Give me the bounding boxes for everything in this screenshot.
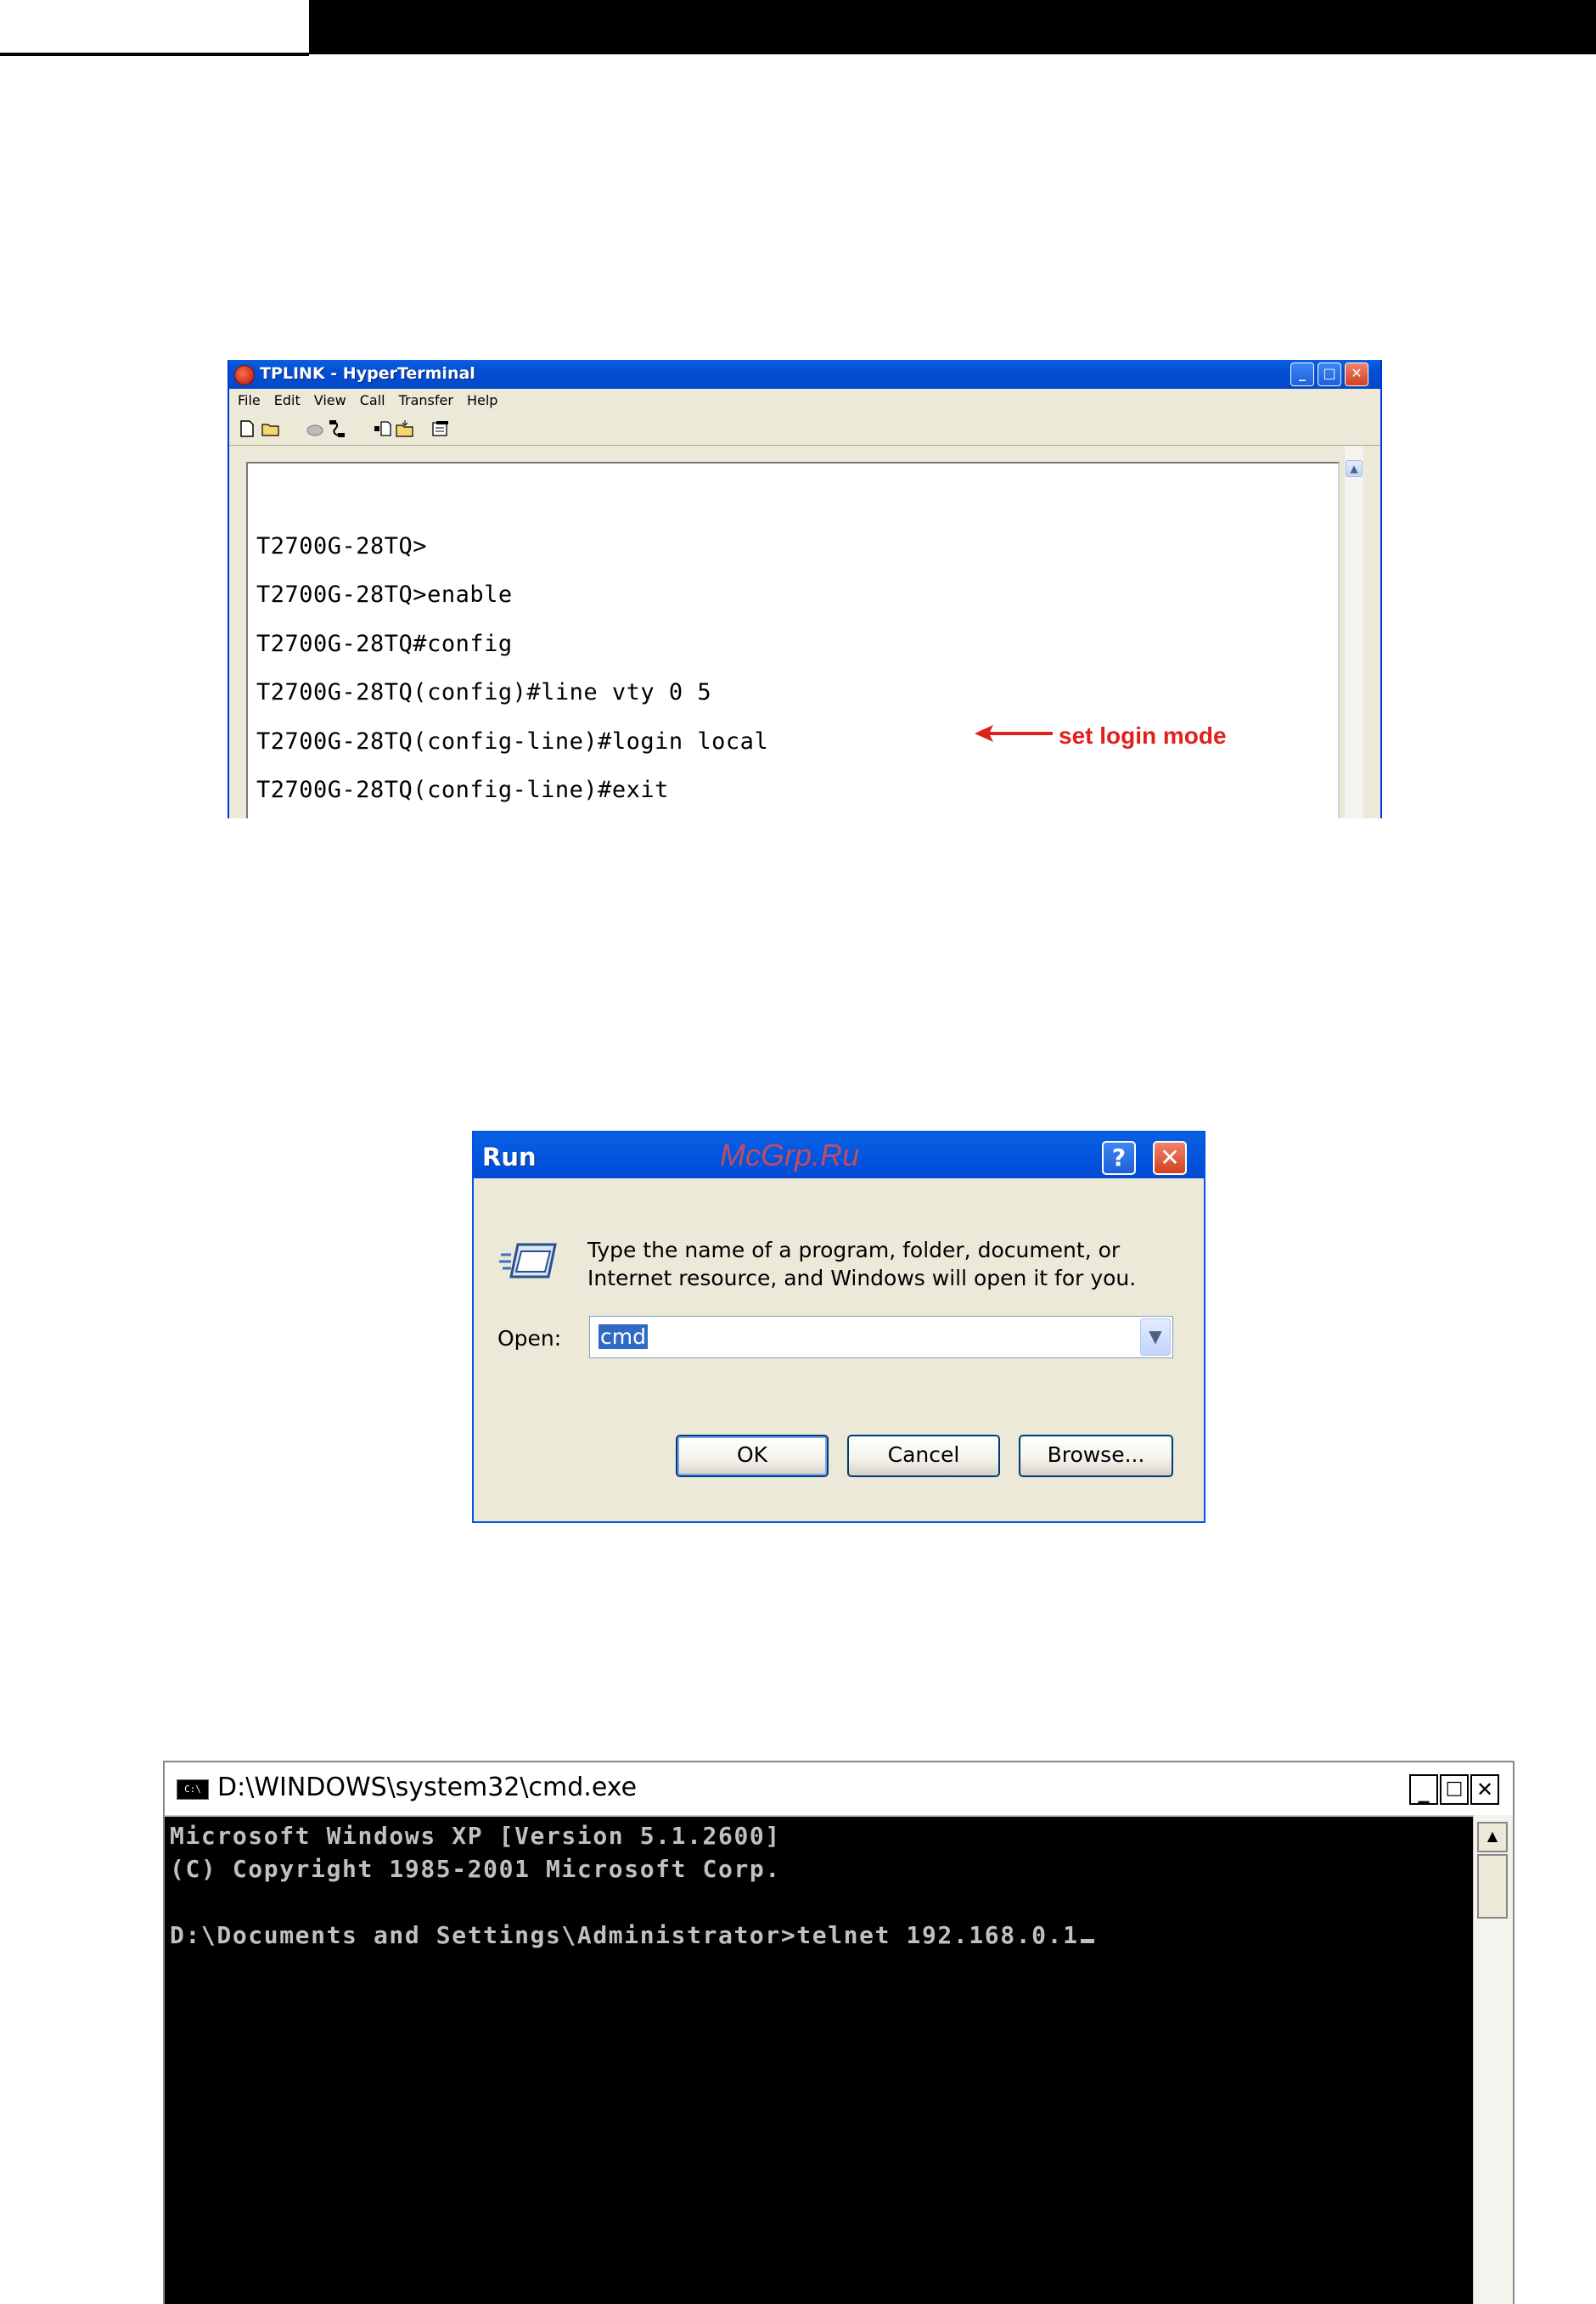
properties-icon[interactable] bbox=[431, 419, 450, 438]
open-input-value[interactable]: cmd bbox=[598, 1324, 648, 1349]
cmd-title: D:\WINDOWS\system32\cmd.exe bbox=[217, 1773, 638, 1802]
console-line: Microsoft Windows XP [Version 5.1.2600] bbox=[170, 1822, 781, 1850]
hyperterminal-titlebar[interactable]: TPLINK - HyperTerminal _ □ ✕ bbox=[229, 360, 1380, 389]
run-titlebar[interactable]: Run McGrp.Ru ? ✕ bbox=[474, 1132, 1204, 1178]
run-title: Run bbox=[482, 1143, 537, 1172]
header-rule bbox=[0, 53, 309, 56]
console-line: (C) Copyright 1985-2001 Microsoft Corp. bbox=[170, 1855, 781, 1883]
cmd-window: C:\ D:\WINDOWS\system32\cmd.exe _ □ ✕ Mi… bbox=[163, 1761, 1515, 2304]
watermark: McGrp.Ru bbox=[720, 1138, 860, 1172]
run-description: Type the name of a program, folder, docu… bbox=[587, 1236, 1136, 1292]
terminal-line: T2700G-28TQ#config bbox=[256, 631, 513, 657]
terminal-line: T2700G-28TQ(config-line)#exit bbox=[256, 777, 669, 803]
run-dialog: Run McGrp.Ru ? ✕ Type the name of a prog… bbox=[472, 1131, 1205, 1523]
help-button[interactable]: ? bbox=[1102, 1141, 1136, 1175]
maximize-button[interactable]: □ bbox=[1318, 362, 1341, 386]
scroll-thumb[interactable] bbox=[1477, 1854, 1508, 1919]
toolbar bbox=[229, 413, 1380, 446]
menu-view[interactable]: View bbox=[314, 389, 346, 413]
menu-help[interactable]: Help bbox=[467, 389, 497, 413]
cancel-button[interactable]: Cancel bbox=[847, 1435, 1000, 1477]
minimize-button[interactable]: _ bbox=[1409, 1774, 1438, 1805]
open-combobox[interactable]: cmd ▼ bbox=[589, 1316, 1173, 1358]
console-prompt-line: D:\Documents and Settings\Administrator>… bbox=[170, 1921, 1094, 1949]
close-button[interactable]: ✕ bbox=[1345, 362, 1368, 386]
annotation-label: set login mode bbox=[1059, 722, 1227, 749]
run-description-line: Internet resource, and Windows will open… bbox=[587, 1266, 1137, 1290]
terminal-line: T2700G-28TQ>enable bbox=[256, 582, 513, 608]
console-prompt-text: D:\Documents and Settings\Administrator>… bbox=[170, 1921, 1079, 1949]
terminal-area: T2700G-28TQ> T2700G-28TQ>enable T2700G-2… bbox=[231, 447, 1365, 818]
open-label: Open: bbox=[497, 1326, 562, 1351]
minimize-button[interactable]: _ bbox=[1290, 362, 1314, 386]
terminal-line: T2700G-28TQ(config)#line vty 0 5 bbox=[256, 679, 712, 705]
browse-button[interactable]: Browse... bbox=[1019, 1435, 1173, 1477]
open-folder-icon[interactable] bbox=[261, 419, 280, 438]
terminal-line: T2700G-28TQ(config-line)#login local bbox=[256, 728, 769, 755]
header-bar bbox=[309, 0, 1596, 54]
scroll-up-icon[interactable]: ▲ bbox=[1346, 460, 1363, 477]
hyperterminal-app-icon bbox=[234, 365, 255, 385]
close-button[interactable]: ✕ bbox=[1470, 1774, 1499, 1805]
text-cursor bbox=[1080, 1939, 1094, 1943]
chevron-down-icon[interactable]: ▼ bbox=[1140, 1318, 1171, 1356]
menu-bar: File Edit View Call Transfer Help bbox=[229, 389, 1380, 413]
menu-transfer[interactable]: Transfer bbox=[399, 389, 453, 413]
close-button[interactable]: ✕ bbox=[1153, 1141, 1187, 1175]
run-description-line: Type the name of a program, folder, docu… bbox=[587, 1238, 1121, 1262]
terminal-screen[interactable]: T2700G-28TQ> T2700G-28TQ>enable T2700G-2… bbox=[246, 462, 1340, 818]
send-file-icon[interactable] bbox=[374, 419, 392, 438]
run-program-icon bbox=[499, 1243, 557, 1278]
cmd-app-icon: C:\ bbox=[177, 1779, 209, 1800]
menu-edit[interactable]: Edit bbox=[274, 389, 301, 413]
cmd-console[interactable]: Microsoft Windows XP [Version 5.1.2600] … bbox=[165, 1815, 1474, 2304]
new-file-icon[interactable] bbox=[238, 419, 256, 438]
connect-phone-icon[interactable] bbox=[306, 419, 324, 438]
terminal-line: T2700G-28TQ> bbox=[256, 533, 428, 559]
terminal-scrollbar[interactable]: ▲ bbox=[1345, 447, 1363, 818]
disconnect-phone-icon[interactable] bbox=[328, 419, 346, 438]
receive-file-icon[interactable] bbox=[396, 419, 414, 438]
maximize-button[interactable]: □ bbox=[1440, 1774, 1469, 1805]
menu-call[interactable]: Call bbox=[360, 389, 385, 413]
menu-file[interactable]: File bbox=[238, 389, 261, 413]
annotation-arrow-icon bbox=[975, 725, 1053, 742]
hyperterminal-window: TPLINK - HyperTerminal _ □ ✕ File Edit Vie… bbox=[228, 360, 1382, 818]
cmd-scrollbar[interactable]: ▲ bbox=[1473, 1815, 1513, 2304]
scroll-up-icon[interactable]: ▲ bbox=[1477, 1822, 1508, 1852]
cmd-titlebar[interactable]: C:\ D:\WINDOWS\system32\cmd.exe _ □ ✕ bbox=[165, 1762, 1513, 1817]
ok-button[interactable]: OK bbox=[676, 1435, 829, 1477]
hyperterminal-title: TPLINK - HyperTerminal bbox=[260, 364, 475, 383]
